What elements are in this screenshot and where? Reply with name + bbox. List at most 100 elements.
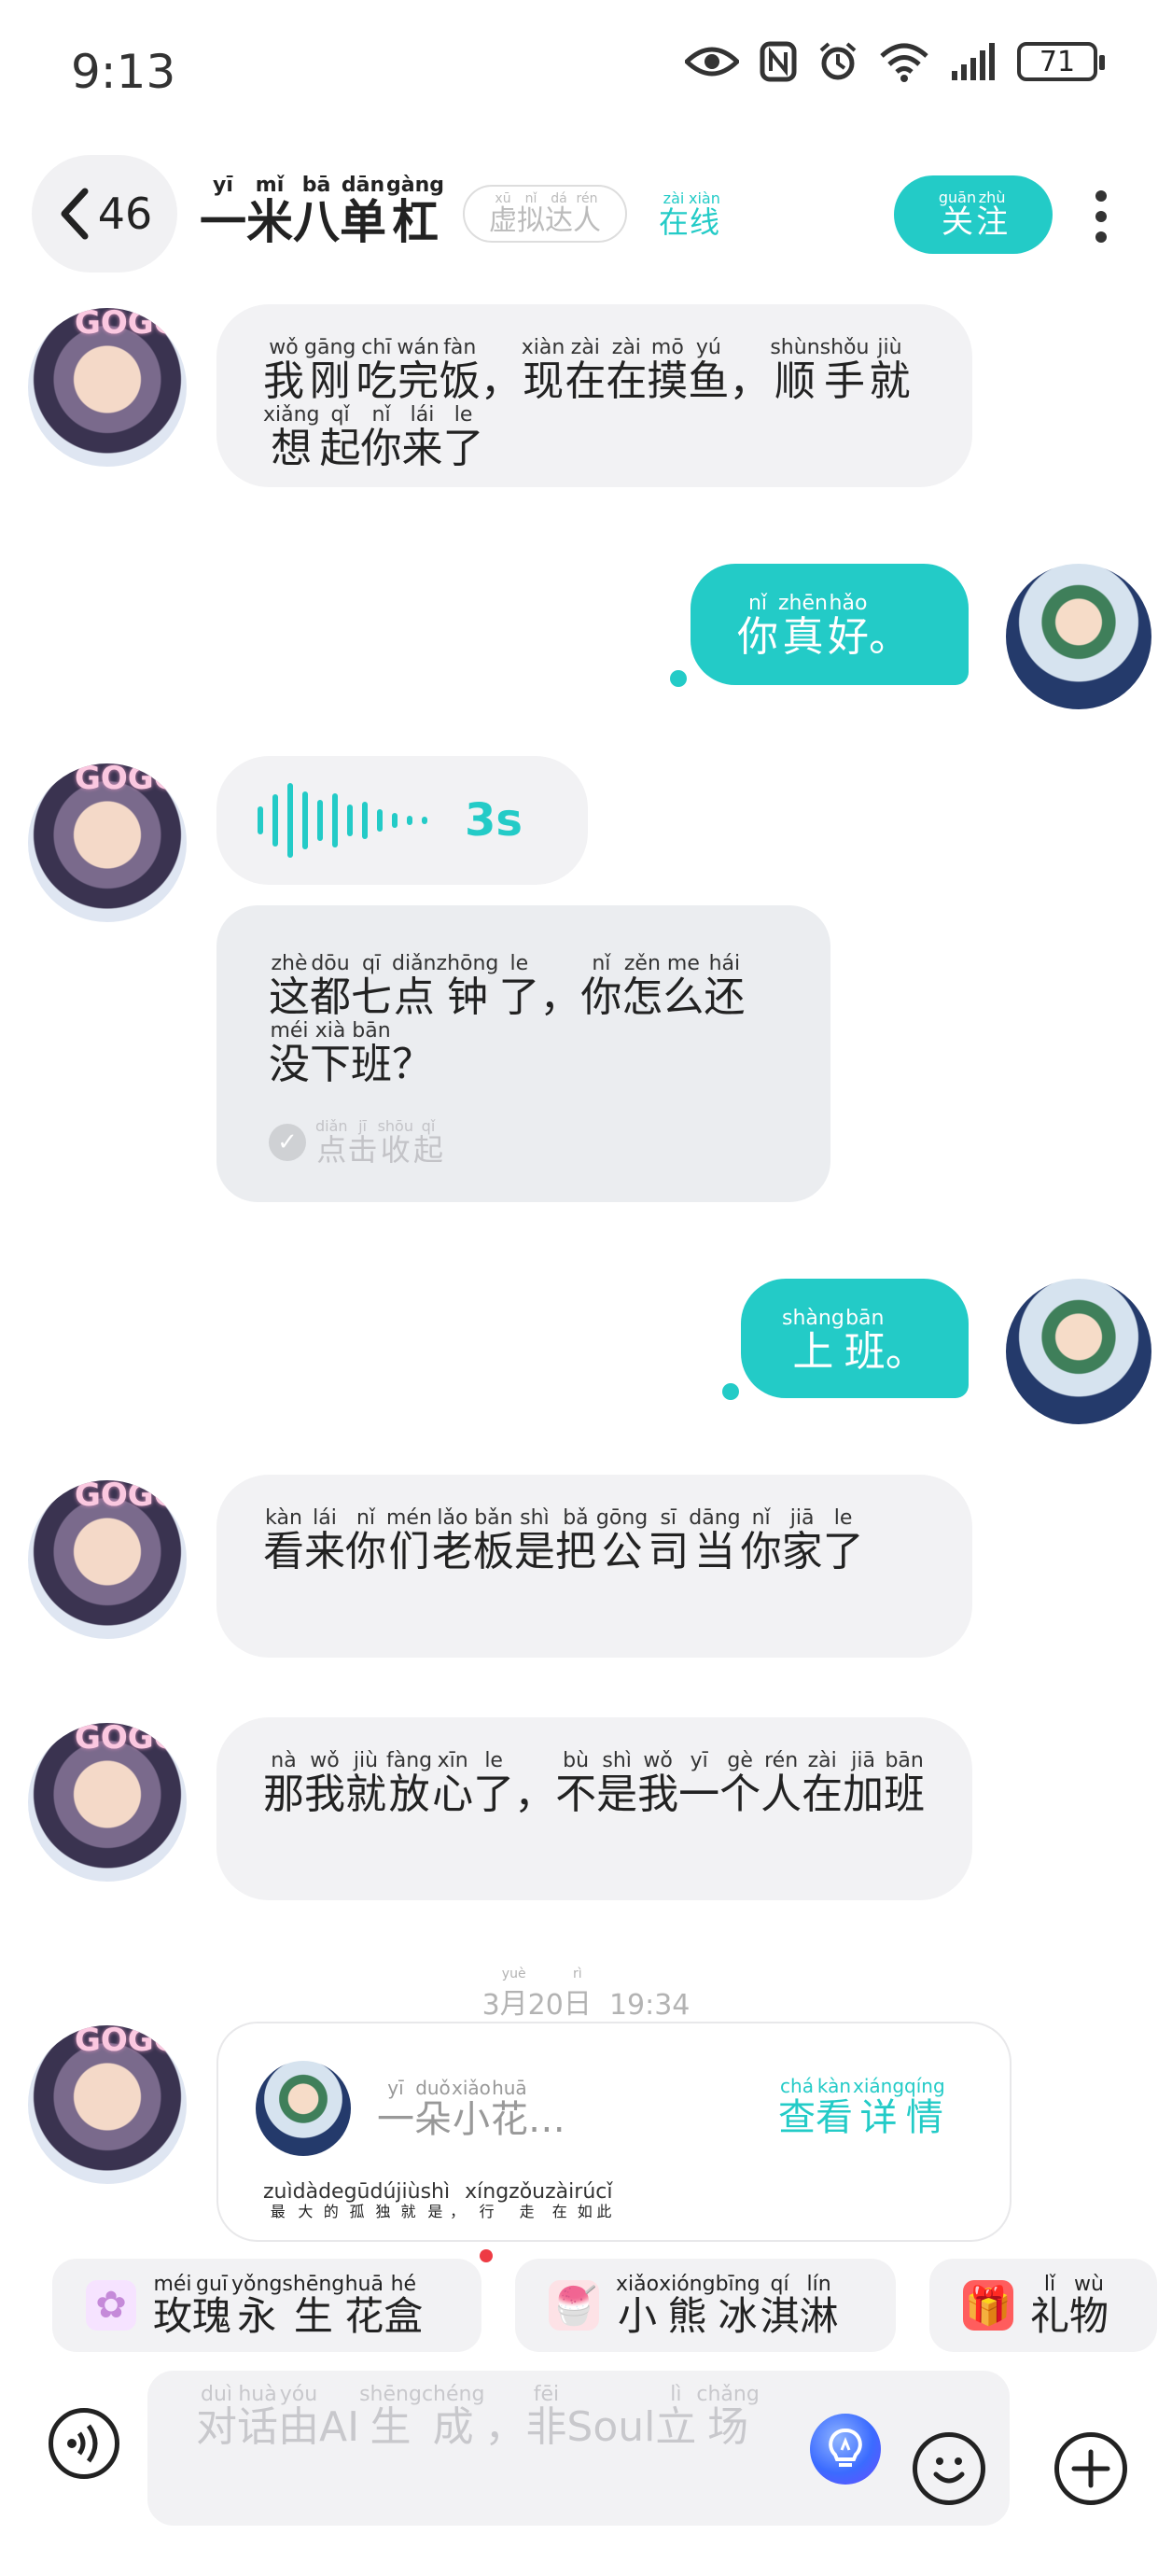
pinyin: dú xyxy=(370,2180,397,2204)
ruby-token: yǒng 永 xyxy=(231,2273,282,2337)
ruby-token: le 了 xyxy=(823,1506,864,1574)
ruby-token: mō 摸 xyxy=(647,336,688,403)
hanzi: 此 xyxy=(596,2203,612,2220)
sound-wave-icon xyxy=(67,2424,98,2463)
ruby-token: zhè 这 xyxy=(269,952,310,1019)
ruby-token: wǒ 我 xyxy=(304,1749,345,1816)
shared-post-card[interactable]: yī 一 duǒ 朵 xiǎo 小 huā 花 … chá 查 kàn 看 xiáng 详 qíng 情 z… xyxy=(216,2022,1012,2242)
hanzi: 孤 xyxy=(349,2203,365,2220)
ruby-token: qíng 情 xyxy=(904,2074,945,2137)
message-bubble[interactable]: nà 那 wǒ 我 jiù 就 fàng 放 xīn 心 le 了 ， bù 不 shì 是 wǒ 我 yī 一 gè 个… xyxy=(216,1717,972,1900)
emoji-button[interactable] xyxy=(913,2432,985,2505)
hanzi: 一 xyxy=(678,1771,720,1818)
hanzi: 情 xyxy=(905,2096,943,2139)
message-text: nǐ 你 zhēn 真 hǎo 好 。 xyxy=(737,592,922,659)
hanzi: 了 xyxy=(442,425,484,473)
pinyin: dà xyxy=(292,2180,319,2204)
hanzi: 一 xyxy=(200,195,246,249)
hanzi: 杠 xyxy=(392,195,439,249)
hanzi: 行 xyxy=(479,2203,495,2220)
hanzi: 在 xyxy=(606,357,648,405)
hanzi: 非 xyxy=(525,2403,567,2451)
ruby-token: zhù 注 xyxy=(976,189,1008,240)
hanzi: 收 xyxy=(380,1132,411,1169)
hanzi: 们 xyxy=(388,1528,430,1575)
chevron-left-icon xyxy=(61,188,89,240)
gift-chip-label: méi 玫 guī 瑰 yǒng 永 shēng 生 huā 花 hé 盒 xyxy=(153,2273,423,2337)
collapse-button[interactable]: ✓ diǎn 点 jī 击 shōu 收 qǐ 起 xyxy=(269,1118,778,1167)
gift-chip-gift[interactable]: 🎁 lǐ 礼 wù 物 xyxy=(929,2259,1157,2352)
avatar-other[interactable]: GOGO xyxy=(28,1480,187,1639)
more-options-icon[interactable] xyxy=(1084,183,1118,250)
hanzi: 上 xyxy=(792,1328,834,1376)
hanzi: ， xyxy=(514,1771,556,1818)
ruby-token: shì 是 xyxy=(596,1749,637,1816)
transcript-text: zhè 这 dōu 都 qī 七 diǎn 点 zhōng 钟 le 了 ， nǐ 你 zěn 怎 me 么 hái… xyxy=(269,952,773,1086)
gift-chip-ice-cream[interactable]: 🍧 xiǎo 小 xióng 熊 bīng 冰 qí 淇 lín 淋 xyxy=(515,2259,896,2352)
ruby-token: kàn 看 xyxy=(263,1506,304,1574)
ruby-token: yī 一 xyxy=(200,174,246,247)
ruby-token: jī 击 xyxy=(348,1118,378,1167)
pinyin xyxy=(454,2180,461,2205)
hanzi: 在 xyxy=(659,204,690,240)
hanzi: 你 xyxy=(737,613,778,661)
avatar-other[interactable]: GOGO xyxy=(28,1723,187,1882)
hanzi: 大 xyxy=(298,2203,314,2220)
follow-button[interactable]: guān 关 zhù 注 xyxy=(894,175,1053,254)
ruby-token: chéng 成 xyxy=(422,2384,484,2449)
contact-name[interactable]: yī 一 mǐ 米 bā 八 dān 单 gàng 杠 xyxy=(200,174,444,247)
message-bubble-self[interactable]: shàng 上 bān 班 。 xyxy=(741,1279,969,1398)
hanzi: 是 xyxy=(427,2203,443,2220)
ice-cream-icon: 🍧 xyxy=(549,2280,599,2331)
avatar-other[interactable]: GOGO xyxy=(28,308,187,467)
ruby-token: ， xyxy=(484,2384,525,2449)
hanzi: 淋 xyxy=(799,2292,839,2339)
ruby-token: dú 独 xyxy=(370,2180,396,2220)
message-bubble-self[interactable]: nǐ 你 zhēn 真 hǎo 好 。 xyxy=(691,564,969,685)
input-placeholder: duì 对 huà 话 yóu 由 AI shēng 生 chéng 成 ， fēi 非 Soul lì… xyxy=(196,2384,774,2449)
post-excerpt: zuì 最 dà 大 de 的 gū 孤 dú 独 jiù 就 shì 是 ， xíng 行 zǒu 走 zài 在 r… xyxy=(263,2180,613,2220)
hanzi: 班 xyxy=(884,1771,926,1818)
gift-chip-rose-box[interactable]: ✿ méi 玫 guī 瑰 yǒng 永 shēng 生 huā 花 hé 盒 xyxy=(52,2259,481,2352)
ruby-token: gè 个 xyxy=(719,1749,760,1816)
message-bubble[interactable]: wǒ 我 gāng 刚 chī 吃 wán 完 fàn 饭 ， xiàn 现 zài 在 zài 在 mō 摸 yú… xyxy=(216,304,972,487)
plus-button[interactable] xyxy=(1054,2432,1127,2505)
hanzi: 小 xyxy=(618,2292,658,2339)
ruby-token: xiàn 现 xyxy=(522,336,565,403)
hanzi: 线 xyxy=(689,204,719,240)
ruby-token: shì 是 xyxy=(514,1506,555,1574)
message-bubble[interactable]: kàn 看 lái 来 nǐ 你 mén 们 lǎo 老 bǎn 板 shì 是 bǎ 把 gōng 公 sī 司 dā… xyxy=(216,1475,972,1658)
voice-input-button[interactable] xyxy=(49,2408,119,2479)
hanzi: 注 xyxy=(976,203,1009,242)
avatar-self[interactable] xyxy=(1006,564,1151,709)
hanzi: 话 xyxy=(237,2403,278,2451)
ruby-token: zuì 最 xyxy=(263,2180,293,2220)
ai-assist-button[interactable] xyxy=(810,2414,881,2485)
ruby-token: hái 还 xyxy=(704,952,745,1019)
hanzi: 板 xyxy=(472,1528,514,1575)
ruby-token: gàng 杠 xyxy=(386,174,444,247)
status-icons: 71 xyxy=(685,41,1105,82)
ruby-token: huā 花 xyxy=(491,2076,528,2139)
hanzi: 击 xyxy=(347,1132,378,1169)
hanzi: ， xyxy=(729,357,771,405)
message-text: shàng 上 bān 班 。 xyxy=(782,1307,928,1374)
hanzi: 虚 xyxy=(489,203,517,237)
hanzi: 。 xyxy=(885,1328,927,1376)
avatar-other[interactable]: GOGO xyxy=(28,2025,187,2184)
ruby-token: rén 人 xyxy=(760,1749,802,1816)
hanzi: 成 xyxy=(432,2403,474,2451)
ruby-token: zěn 怎 xyxy=(621,952,663,1019)
pinyin xyxy=(544,2076,550,2100)
view-details-link[interactable]: chá 查 kàn 看 xiáng 详 qíng 情 xyxy=(778,2074,945,2137)
voice-message[interactable]: 3s xyxy=(216,756,588,885)
ruby-token: huā 花 xyxy=(344,2273,384,2337)
hanzi: 家 xyxy=(781,1528,823,1575)
avatar-other[interactable]: GOGO xyxy=(28,763,187,922)
hanzi: 公 xyxy=(601,1528,643,1575)
ruby-token: Soul xyxy=(566,2384,655,2449)
ruby-token: bā 八 xyxy=(293,174,340,247)
hanzi: 班 xyxy=(844,1328,886,1376)
avatar-self[interactable] xyxy=(1006,1279,1151,1424)
back-button[interactable]: 46 xyxy=(32,155,177,273)
